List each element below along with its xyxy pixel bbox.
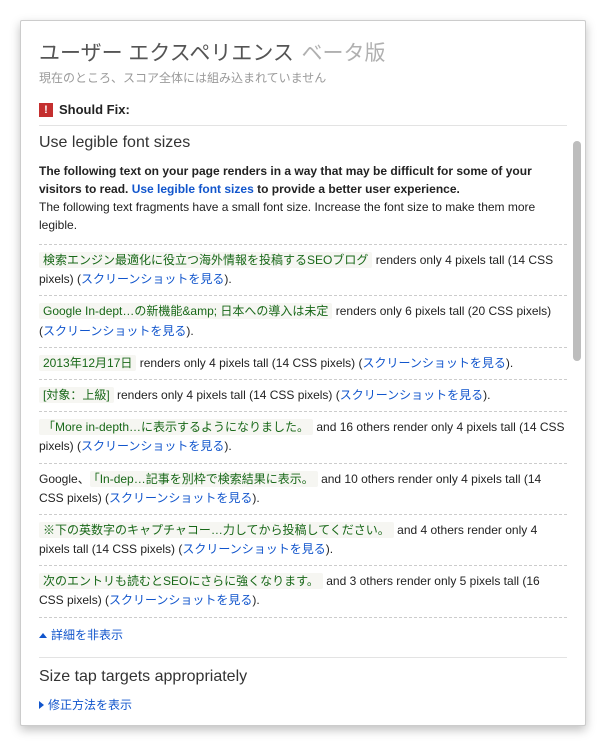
screenshot-link[interactable]: スクリーンショットを見る [43,324,186,338]
text-snippet: [対象：上級] [39,387,114,403]
beta-label: ベータ版 [302,42,386,65]
screenshot-link[interactable]: スクリーンショットを見る [81,439,224,453]
section-title: Use legible font sizes [39,134,567,152]
text-snippet: 次のエントリも読むとSEOにさらに強くなります。 [39,573,323,589]
should-fix-label: Should Fix: [59,102,130,117]
section-tap-targets: Size tap targets appropriately 修正方法を表示 [39,657,567,713]
text-snippet: ※下の英数字のキャプチャコー…力してから投稿してください。 [39,522,394,538]
item-desc: renders only 4 pixels tall (14 CSS pixel… [136,356,362,370]
section-title: Size tap targets appropriately [39,668,567,686]
list-item: 検索エンジン最適化に役立つ海外情報を投稿するSEOブログ renders onl… [39,245,567,296]
list-item: ※下の英数字のキャプチャコー…力してから投稿してください。 and 4 othe… [39,515,567,566]
text-snippet: 検索エンジン最適化に役立つ海外情報を投稿するSEOブログ [39,252,372,268]
list-item: 次のエントリも読むとSEOにさらに強くなります。 and 3 others re… [39,566,567,617]
section-legible-fonts: Use legible font sizes The following tex… [39,125,567,643]
expand-label: 修正方法を表示 [48,698,132,712]
list-item: Google In-dept…の新機能&amp; 日本への導入は未定 rende… [39,296,567,347]
list-item: Google、「In-dep…記事を別枠で検索結果に表示。 and 10 oth… [39,464,567,515]
screenshot-link[interactable]: スクリーンショットを見る [109,593,252,607]
alert-icon: ! [39,103,53,117]
chevron-right-icon [39,701,44,709]
screenshot-link[interactable]: スクリーンショットを見る [340,388,483,402]
text-snippet: 2013年12月17日 [39,355,136,371]
text-snippet: 「In-dep…記事を別枠で検索結果に表示。 [90,471,318,487]
intro-bold-2: to provide a better user experience. [254,182,460,196]
screenshot-link[interactable]: スクリーンショットを見る [363,356,506,370]
screenshot-link[interactable]: スクリーンショットを見る [81,272,224,286]
text-snippet: Google In-dept…の新機能&amp; 日本への導入は未定 [39,303,332,319]
page-subtitle: 現在のところ、スコア全体には組み込まれていません [39,69,567,86]
collapse-label: 詳細を非表示 [51,628,123,642]
chevron-up-icon [39,633,47,638]
section-intro: The following text on your page renders … [39,162,567,234]
header: ユーザー エクスペリエンス ベータ版 [39,37,567,67]
issue-list: 検索エンジン最適化に役立つ海外情報を投稿するSEOブログ renders onl… [39,244,567,618]
list-item: 「More in-depth…に表示するようになりました。 and 16 oth… [39,412,567,463]
should-fix-header: ! Should Fix: [39,102,567,117]
item-pre: Google、 [39,472,90,486]
intro-plain: The following text fragments have a smal… [39,200,535,232]
scrollbar[interactable] [573,141,581,361]
list-item: 2013年12月17日 renders only 4 pixels tall (… [39,348,567,380]
intro-link[interactable]: Use legible font sizes [132,182,254,196]
text-snippet: 「More in-depth…に表示するようになりました。 [39,419,313,435]
screenshot-link[interactable]: スクリーンショットを見る [109,491,252,505]
expand-toggle[interactable]: 修正方法を表示 [39,696,567,713]
item-desc: renders only 4 pixels tall (14 CSS pixel… [114,388,340,402]
collapse-toggle[interactable]: 詳細を非表示 [39,626,567,643]
list-item: [対象：上級] renders only 4 pixels tall (14 C… [39,380,567,412]
ux-panel: ユーザー エクスペリエンス ベータ版 現在のところ、スコア全体には組み込まれてい… [20,20,586,726]
screenshot-link[interactable]: スクリーンショットを見る [182,542,325,556]
page-title: ユーザー エクスペリエンス [39,42,294,65]
